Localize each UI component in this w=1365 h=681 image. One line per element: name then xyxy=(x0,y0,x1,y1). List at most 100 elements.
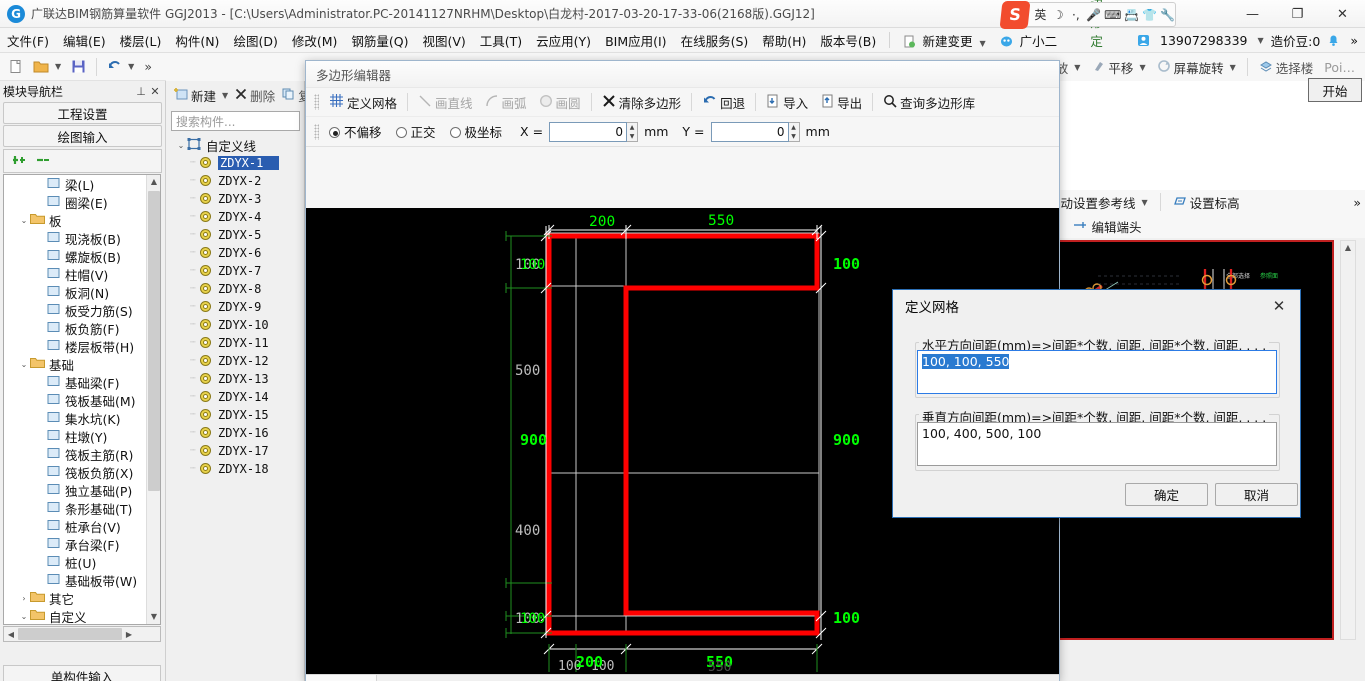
component-root[interactable]: ⌄ 自定义线 xyxy=(171,136,301,154)
ime-keyboard-icon[interactable]: ⌨ xyxy=(1104,8,1121,22)
tree-item[interactable]: 柱帽(V) xyxy=(4,265,148,283)
delete-component-button[interactable]: 删除 xyxy=(233,85,277,106)
menu-rebar-qty[interactable]: 钢筋量(Q) xyxy=(344,28,415,53)
offset-mode-ortho[interactable]: 正交 xyxy=(395,122,436,141)
x-spinner[interactable]: ▲ ▼ xyxy=(627,121,639,142)
clear-polygon-button[interactable]: 清除多边形 xyxy=(596,91,688,114)
component-list-item[interactable]: ┈ ZDYX-10 xyxy=(171,316,301,334)
component-list-item[interactable]: ┈ ZDYX-11 xyxy=(171,334,301,352)
tree-item[interactable]: 筏板主筋(R) xyxy=(4,445,148,463)
tree-scroll-down-icon[interactable]: ▼ xyxy=(147,610,160,624)
tree-item[interactable]: ⌄ 自定义 xyxy=(4,607,148,625)
component-list-item[interactable]: ┈ ZDYX-15 xyxy=(171,406,301,424)
component-list-item[interactable]: ┈ ZDYX-3 xyxy=(171,190,301,208)
pan-chevron-down-icon[interactable]: ▼ xyxy=(1139,63,1145,72)
ime-tools-icon[interactable]: 🔧 xyxy=(1160,8,1175,22)
undo-chevron-down-icon[interactable]: ▼ xyxy=(128,62,134,71)
tree-vertical-scrollbar[interactable]: ▲ ▼ xyxy=(146,175,160,624)
tree-item[interactable]: 梁(L) xyxy=(4,175,148,193)
component-list-item[interactable]: ┈ ZDYX-16 xyxy=(171,424,301,442)
tree-expander-icon[interactable]: ⌄ xyxy=(18,612,30,621)
tree-item[interactable]: 桩(U) xyxy=(4,553,148,571)
menu-help[interactable]: 帮助(H) xyxy=(755,28,813,53)
dynamic-input-tab[interactable]: 动态输入 xyxy=(306,675,378,681)
import-button[interactable]: 导入 xyxy=(760,91,814,114)
radio-ortho[interactable] xyxy=(395,127,407,138)
tree-item[interactable]: 板受力筋(S) xyxy=(4,301,148,319)
ime-punctuation-icon[interactable]: ·, xyxy=(1068,8,1083,22)
tree-expander-icon[interactable]: › xyxy=(18,594,30,603)
radio-polar[interactable] xyxy=(449,127,461,138)
component-list-item[interactable]: ┈ ZDYX-13 xyxy=(171,370,301,388)
tree-item[interactable]: 桩承台(V) xyxy=(4,517,148,535)
menu-edit[interactable]: 编辑(E) xyxy=(56,28,113,53)
offset-mode-none[interactable]: 不偏移 xyxy=(329,122,382,141)
new-change-button[interactable]: 新建变更 ▼ xyxy=(896,28,993,53)
tree-item[interactable]: 集水坑(K) xyxy=(4,409,148,427)
pan-tool-button[interactable]: 平移 ▼ xyxy=(1087,56,1149,79)
manual-ref-line-button[interactable]: 手动设置参考线 ▼ xyxy=(1044,191,1152,214)
define-grid-ok-button[interactable]: 确定 xyxy=(1125,483,1208,506)
component-list-item[interactable]: ┈ ZDYX-7 xyxy=(171,262,301,280)
menu-overflow-button[interactable]: » xyxy=(1343,30,1365,51)
ref-line-chevron-down-icon[interactable]: ▼ xyxy=(1142,198,1148,207)
sogou-logo-icon[interactable]: S xyxy=(999,1,1031,29)
offset-mode-polar[interactable]: 极坐标 xyxy=(449,122,502,141)
tree-scroll-up-icon[interactable]: ▲ xyxy=(147,175,160,189)
menu-draw[interactable]: 绘图(D) xyxy=(226,28,284,53)
ime-mode-label[interactable]: 英 xyxy=(1033,6,1048,23)
chevron-down-icon[interactable]: ▼ xyxy=(980,39,986,48)
vertical-spacing-input[interactable]: 100, 400, 500, 100 xyxy=(917,422,1277,466)
menu-component[interactable]: 构件(N) xyxy=(168,28,226,53)
tree-item[interactable]: 基础梁(F) xyxy=(4,373,148,391)
bell-icon[interactable] xyxy=(1327,34,1340,47)
tree-item[interactable]: 独立基础(P) xyxy=(4,481,148,499)
account-label[interactable]: 13907298339 xyxy=(1153,30,1254,51)
select-floor-button[interactable]: 选择楼 xyxy=(1255,56,1318,79)
y-input[interactable]: 0 xyxy=(710,121,789,142)
pin-icon[interactable]: ⊥ xyxy=(134,85,148,98)
ref-toolbar-overflow[interactable]: » xyxy=(1349,193,1365,212)
open-chevron-down-icon[interactable]: ▼ xyxy=(55,62,61,71)
tree-item[interactable]: 圈梁(E) xyxy=(4,193,148,211)
tree-item[interactable]: 承台梁(F) xyxy=(4,535,148,553)
toolbar-grip[interactable] xyxy=(314,94,319,110)
undo-button[interactable]: ▼ xyxy=(103,57,138,76)
tree-item[interactable]: 螺旋板(B) xyxy=(4,247,148,265)
component-list-item[interactable]: ┈ ZDYX-5 xyxy=(171,226,301,244)
tree-item[interactable]: ⌄ 基础 xyxy=(4,355,148,373)
remove-icon[interactable] xyxy=(36,153,51,170)
hscroll-left-icon[interactable]: ◀ xyxy=(4,630,18,639)
hscroll-thumb[interactable] xyxy=(18,628,122,640)
menu-tools[interactable]: 工具(T) xyxy=(473,28,529,53)
menu-online-service[interactable]: 在线服务(S) xyxy=(674,28,756,53)
project-settings-tab[interactable]: 工程设置 xyxy=(3,102,162,124)
ime-moon-icon[interactable]: ☽ xyxy=(1051,8,1066,22)
tree-item[interactable]: 条形基础(T) xyxy=(4,499,148,517)
minimize-button[interactable]: — xyxy=(1230,0,1275,28)
tree-item[interactable]: 柱墩(Y) xyxy=(4,427,148,445)
tree-item[interactable]: 楼层板带(H) xyxy=(4,337,148,355)
ime-card-icon[interactable]: 📇 xyxy=(1124,8,1139,22)
y-spinner[interactable]: ▲ ▼ xyxy=(788,121,800,142)
tree-expander-icon[interactable]: ⌄ xyxy=(18,360,30,369)
component-list-item[interactable]: ┈ ZDYX-17 xyxy=(171,442,301,460)
toolbar-overflow-button[interactable]: » xyxy=(140,57,156,76)
tree-item[interactable]: › 其它 xyxy=(4,589,148,607)
options-grip[interactable] xyxy=(314,123,319,140)
radio-no-offset[interactable] xyxy=(329,127,340,138)
menu-floor[interactable]: 楼层(L) xyxy=(113,28,169,53)
menu-cloud-app[interactable]: 云应用(Y) xyxy=(529,28,598,53)
tree-scroll-thumb[interactable] xyxy=(148,191,160,491)
tree-item[interactable]: 筏板基础(M) xyxy=(4,391,148,409)
define-grid-close-button[interactable]: ✕ xyxy=(1262,293,1296,319)
export-button[interactable]: 导出 xyxy=(814,91,868,114)
menu-modify[interactable]: 修改(M) xyxy=(285,28,345,53)
menu-file[interactable]: 文件(F) xyxy=(0,28,56,53)
horizontal-spacing-input[interactable]: 100, 100, 550 xyxy=(917,350,1277,394)
scroll-up-arrow-icon[interactable]: ▲ xyxy=(1341,241,1355,255)
component-root-expander-icon[interactable]: ⌄ xyxy=(175,141,187,150)
component-list-item[interactable]: ┈ ZDYX-18 xyxy=(171,460,301,478)
zoom-chevron-down-icon[interactable]: ▼ xyxy=(1074,63,1080,72)
screen-rotate-button[interactable]: 屏幕旋转 ▼ xyxy=(1153,56,1240,79)
